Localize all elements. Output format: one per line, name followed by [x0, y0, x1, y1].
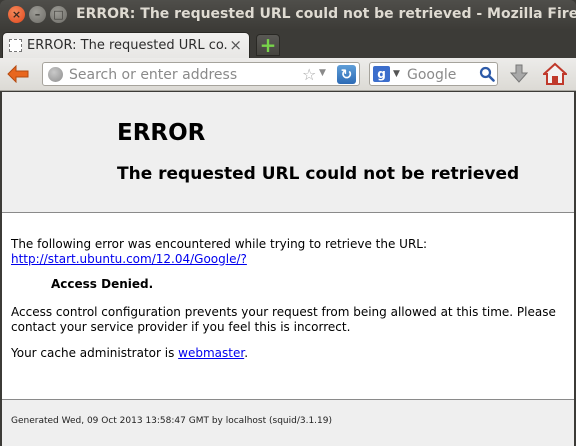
tab-strip: ERROR: The requested URL co... × + — [0, 30, 576, 58]
cache-admin-suffix: . — [244, 346, 249, 360]
tab-error[interactable]: ERROR: The requested URL co... × — [2, 32, 250, 58]
error-explanation: Access control configuration prevents yo… — [11, 305, 556, 334]
window-title: ERROR: The requested URL could not be re… — [76, 6, 576, 22]
cache-admin-line: Your cache administrator is webmaster. — [11, 346, 567, 361]
page-footer: Generated Wed, 09 Oct 2013 13:58:47 GMT … — [2, 399, 574, 446]
navigation-toolbar: ☆ ▼ ↻ g ▼ — [0, 58, 576, 91]
history-dropdown-icon[interactable]: ▼ — [319, 68, 326, 78]
search-bar[interactable]: g ▼ — [369, 62, 498, 86]
reload-button[interactable]: ↻ — [337, 65, 356, 84]
globe-icon — [48, 67, 63, 82]
error-header: ERROR The requested URL could not be ret… — [2, 92, 574, 213]
reload-icon: ↻ — [340, 66, 353, 83]
window-close-button[interactable]: × — [8, 6, 25, 23]
search-engine-dropdown-icon[interactable]: ▼ — [393, 69, 400, 79]
address-input[interactable] — [69, 66, 299, 83]
back-arrow-icon — [7, 65, 29, 83]
window-titlebar: × – □ ERROR: The requested URL could not… — [0, 0, 576, 30]
page-title: ERROR — [117, 120, 206, 146]
download-arrow-icon — [509, 64, 529, 83]
page-subtitle: The requested URL could not be retrieved — [117, 164, 520, 184]
new-tab-button[interactable]: + — [256, 34, 280, 56]
footer-generated-text: Generated Wed, 09 Oct 2013 13:58:47 GMT … — [11, 416, 332, 426]
window-minimize-button[interactable]: – — [29, 6, 46, 23]
error-intro: The following error was encountered whil… — [11, 237, 567, 267]
url-bar[interactable]: ☆ ▼ ↻ — [42, 62, 360, 86]
requested-url-link[interactable]: http://start.ubuntu.com/12.04/Google/? — [11, 252, 247, 266]
search-engine-icon[interactable]: g — [373, 66, 390, 82]
bookmark-star-icon[interactable]: ☆ — [302, 65, 316, 84]
home-icon — [541, 62, 569, 85]
tab-close-icon[interactable]: × — [229, 36, 242, 54]
tab-title: ERROR: The requested URL co... — [27, 38, 229, 53]
error-intro-text: The following error was encountered whil… — [11, 237, 428, 251]
cache-admin-prefix: Your cache administrator is — [11, 346, 179, 360]
back-button[interactable] — [6, 63, 30, 85]
webmaster-link[interactable]: webmaster — [178, 346, 244, 360]
window-maximize-button[interactable]: □ — [50, 6, 67, 23]
page-content: ERROR The requested URL could not be ret… — [0, 92, 576, 446]
access-denied-label: Access Denied. — [51, 277, 154, 291]
downloads-button[interactable] — [509, 64, 529, 88]
home-button[interactable] — [541, 62, 569, 90]
plus-icon: + — [259, 33, 277, 57]
search-magnifier-icon[interactable] — [479, 66, 495, 86]
search-input[interactable] — [407, 66, 477, 83]
page-favicon-icon — [9, 39, 22, 52]
